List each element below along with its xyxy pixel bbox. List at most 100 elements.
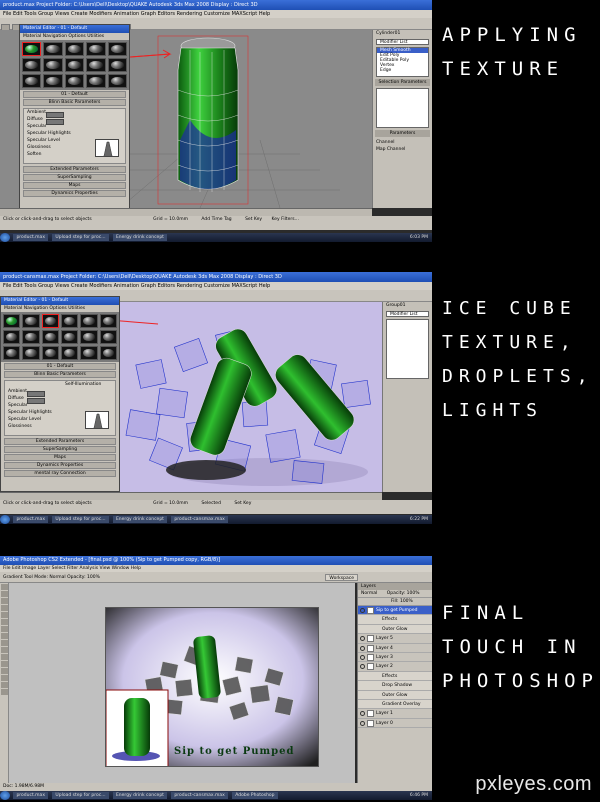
material-slot[interactable] [22,58,42,72]
material-slot[interactable] [86,58,106,72]
material-slot[interactable] [107,74,127,88]
visibility-eye-icon[interactable] [360,720,365,726]
material-slot[interactable] [43,58,63,72]
layer-row[interactable]: Layer 4 [358,644,432,653]
fill-field[interactable]: Fill: 100% [391,599,413,604]
material-slot[interactable] [61,314,79,328]
layer-row[interactable]: Layer 0 [358,719,432,729]
gradient-tool-icon[interactable] [1,647,8,653]
visibility-eye-icon[interactable] [360,711,365,717]
material-name-field[interactable]: 01 - Default [23,91,126,98]
layer-row[interactable]: Layer 2 [358,662,432,672]
layer-effect-row[interactable]: Effects [358,671,432,682]
set-key-button[interactable]: Set Key [234,501,251,506]
modifier-stack[interactable]: Mesh Smooth Edit Poly Editable Poly Vert… [376,47,429,77]
pen-tool-icon[interactable] [1,661,8,667]
material-slot[interactable] [3,330,21,344]
visibility-eye-icon[interactable] [360,664,365,670]
material-editor-menu[interactable]: Material Navigation Options Utilities [20,33,129,40]
material-slot[interactable] [80,330,98,344]
modifier-list-dropdown[interactable]: Modifier List [376,39,429,45]
layer-row[interactable]: Layer 5 [358,634,432,644]
object-name[interactable]: Group01 [383,302,432,309]
material-slot-active[interactable] [22,42,42,56]
material-slot[interactable] [61,346,79,360]
opacity-field[interactable]: Opacity: 100% [387,591,420,596]
taskbar-task[interactable]: product.max [13,516,48,523]
taskbar-task[interactable]: Energy drink concept [112,234,167,241]
layer-effect-row[interactable]: Gradient Overlay [358,699,432,710]
key-filters-button[interactable]: Key Filters... [272,217,299,222]
material-slot[interactable] [99,330,117,344]
move-tool-icon[interactable] [1,584,8,590]
start-button[interactable] [0,791,10,800]
photoshop-menubar[interactable]: File Edit Image Layer Select Filter Anal… [0,565,432,572]
taskbar-task[interactable]: Energy drink concept [112,792,167,799]
rollout-extended[interactable]: Extended Parameters [23,166,126,173]
diffuse-color-swatch[interactable] [46,119,64,125]
start-button[interactable] [0,233,10,242]
stack-item[interactable]: Edge [377,68,428,73]
selected-dropdown[interactable]: Selected [201,501,221,506]
taskbar-task[interactable]: Energy drink concept [112,516,167,523]
parameters-rollout[interactable]: Parameters [375,130,430,137]
taskbar-task[interactable]: Upload step for proc... [52,516,109,523]
material-slot[interactable] [99,346,117,360]
material-slot[interactable] [64,74,85,88]
layer-effect-row[interactable]: Outer Glow [358,690,432,700]
material-slot[interactable] [43,42,63,56]
set-key-button[interactable]: Set Key [245,217,262,222]
material-slot[interactable] [107,42,127,56]
diffuse-color-swatch[interactable] [27,398,45,404]
material-slot[interactable] [22,74,42,88]
material-name-field[interactable]: 01 - Default [4,363,116,370]
material-slot[interactable] [86,42,106,56]
selection-rollout[interactable]: Selection Parameters [375,79,430,86]
material-slot[interactable] [86,74,106,88]
layer-row[interactable]: Layer 3 [358,653,432,663]
material-slot[interactable] [64,42,85,56]
rollout-maps[interactable]: Maps [23,182,126,189]
workspace-button[interactable]: Workspace [325,574,358,581]
material-slot[interactable] [80,346,98,360]
material-slot[interactable] [3,314,21,328]
material-slot[interactable] [80,314,98,328]
rollout-supersampling[interactable]: SuperSampling [4,446,116,453]
taskbar-task[interactable]: Upload step for proc... [52,792,109,799]
taskbar-task[interactable]: product.max [13,792,48,799]
max-menubar[interactable]: File Edit Tools Group Views Create Modif… [0,10,432,18]
material-slot[interactable] [22,346,40,360]
visibility-eye-icon[interactable] [360,654,365,660]
taskbar-task[interactable]: Upload step for proc... [52,234,109,241]
time-slider[interactable] [0,492,382,500]
material-slot[interactable] [43,74,63,88]
layer-effect-row[interactable]: Drop Shadow [358,681,432,691]
rollout-dynamics[interactable]: Dynamics Properties [4,462,116,469]
healing-tool-icon[interactable] [1,619,8,625]
taskbar-task[interactable]: Adobe Photoshop [232,792,278,799]
modifier-stack[interactable] [386,319,429,379]
material-slot[interactable] [22,330,40,344]
taskbar-task[interactable]: product-cansmax.max [171,516,228,523]
zoom-tool-icon[interactable] [1,689,8,695]
material-editor-menu[interactable]: Material Navigation Options Utilities [1,305,119,312]
type-tool-icon[interactable] [1,668,8,674]
material-slot[interactable] [61,330,79,344]
material-slot-active[interactable] [41,314,59,328]
rollout-supersampling[interactable]: SuperSampling [23,174,126,181]
rollout-blinn-basic[interactable]: Blinn Basic Parameters [4,371,116,378]
start-button[interactable] [0,515,10,524]
hand-tool-icon[interactable] [1,682,8,688]
lasso-tool-icon[interactable] [1,598,8,604]
visibility-eye-icon[interactable] [360,645,365,651]
layers-panel-title[interactable]: Layers [358,583,432,590]
object-name[interactable]: Cylinder01 [373,30,432,37]
taskbar-task[interactable]: product.max [13,234,48,241]
material-slot[interactable] [64,58,85,72]
layer-row[interactable]: Layer 1 [358,709,432,719]
document-canvas[interactable]: Sip to get Pumped [105,607,319,767]
time-slider[interactable] [0,208,372,216]
rollout-mental-ray[interactable]: mental ray Connection [4,470,116,477]
material-slot[interactable] [107,58,127,72]
ambient-color-swatch[interactable] [27,391,45,397]
